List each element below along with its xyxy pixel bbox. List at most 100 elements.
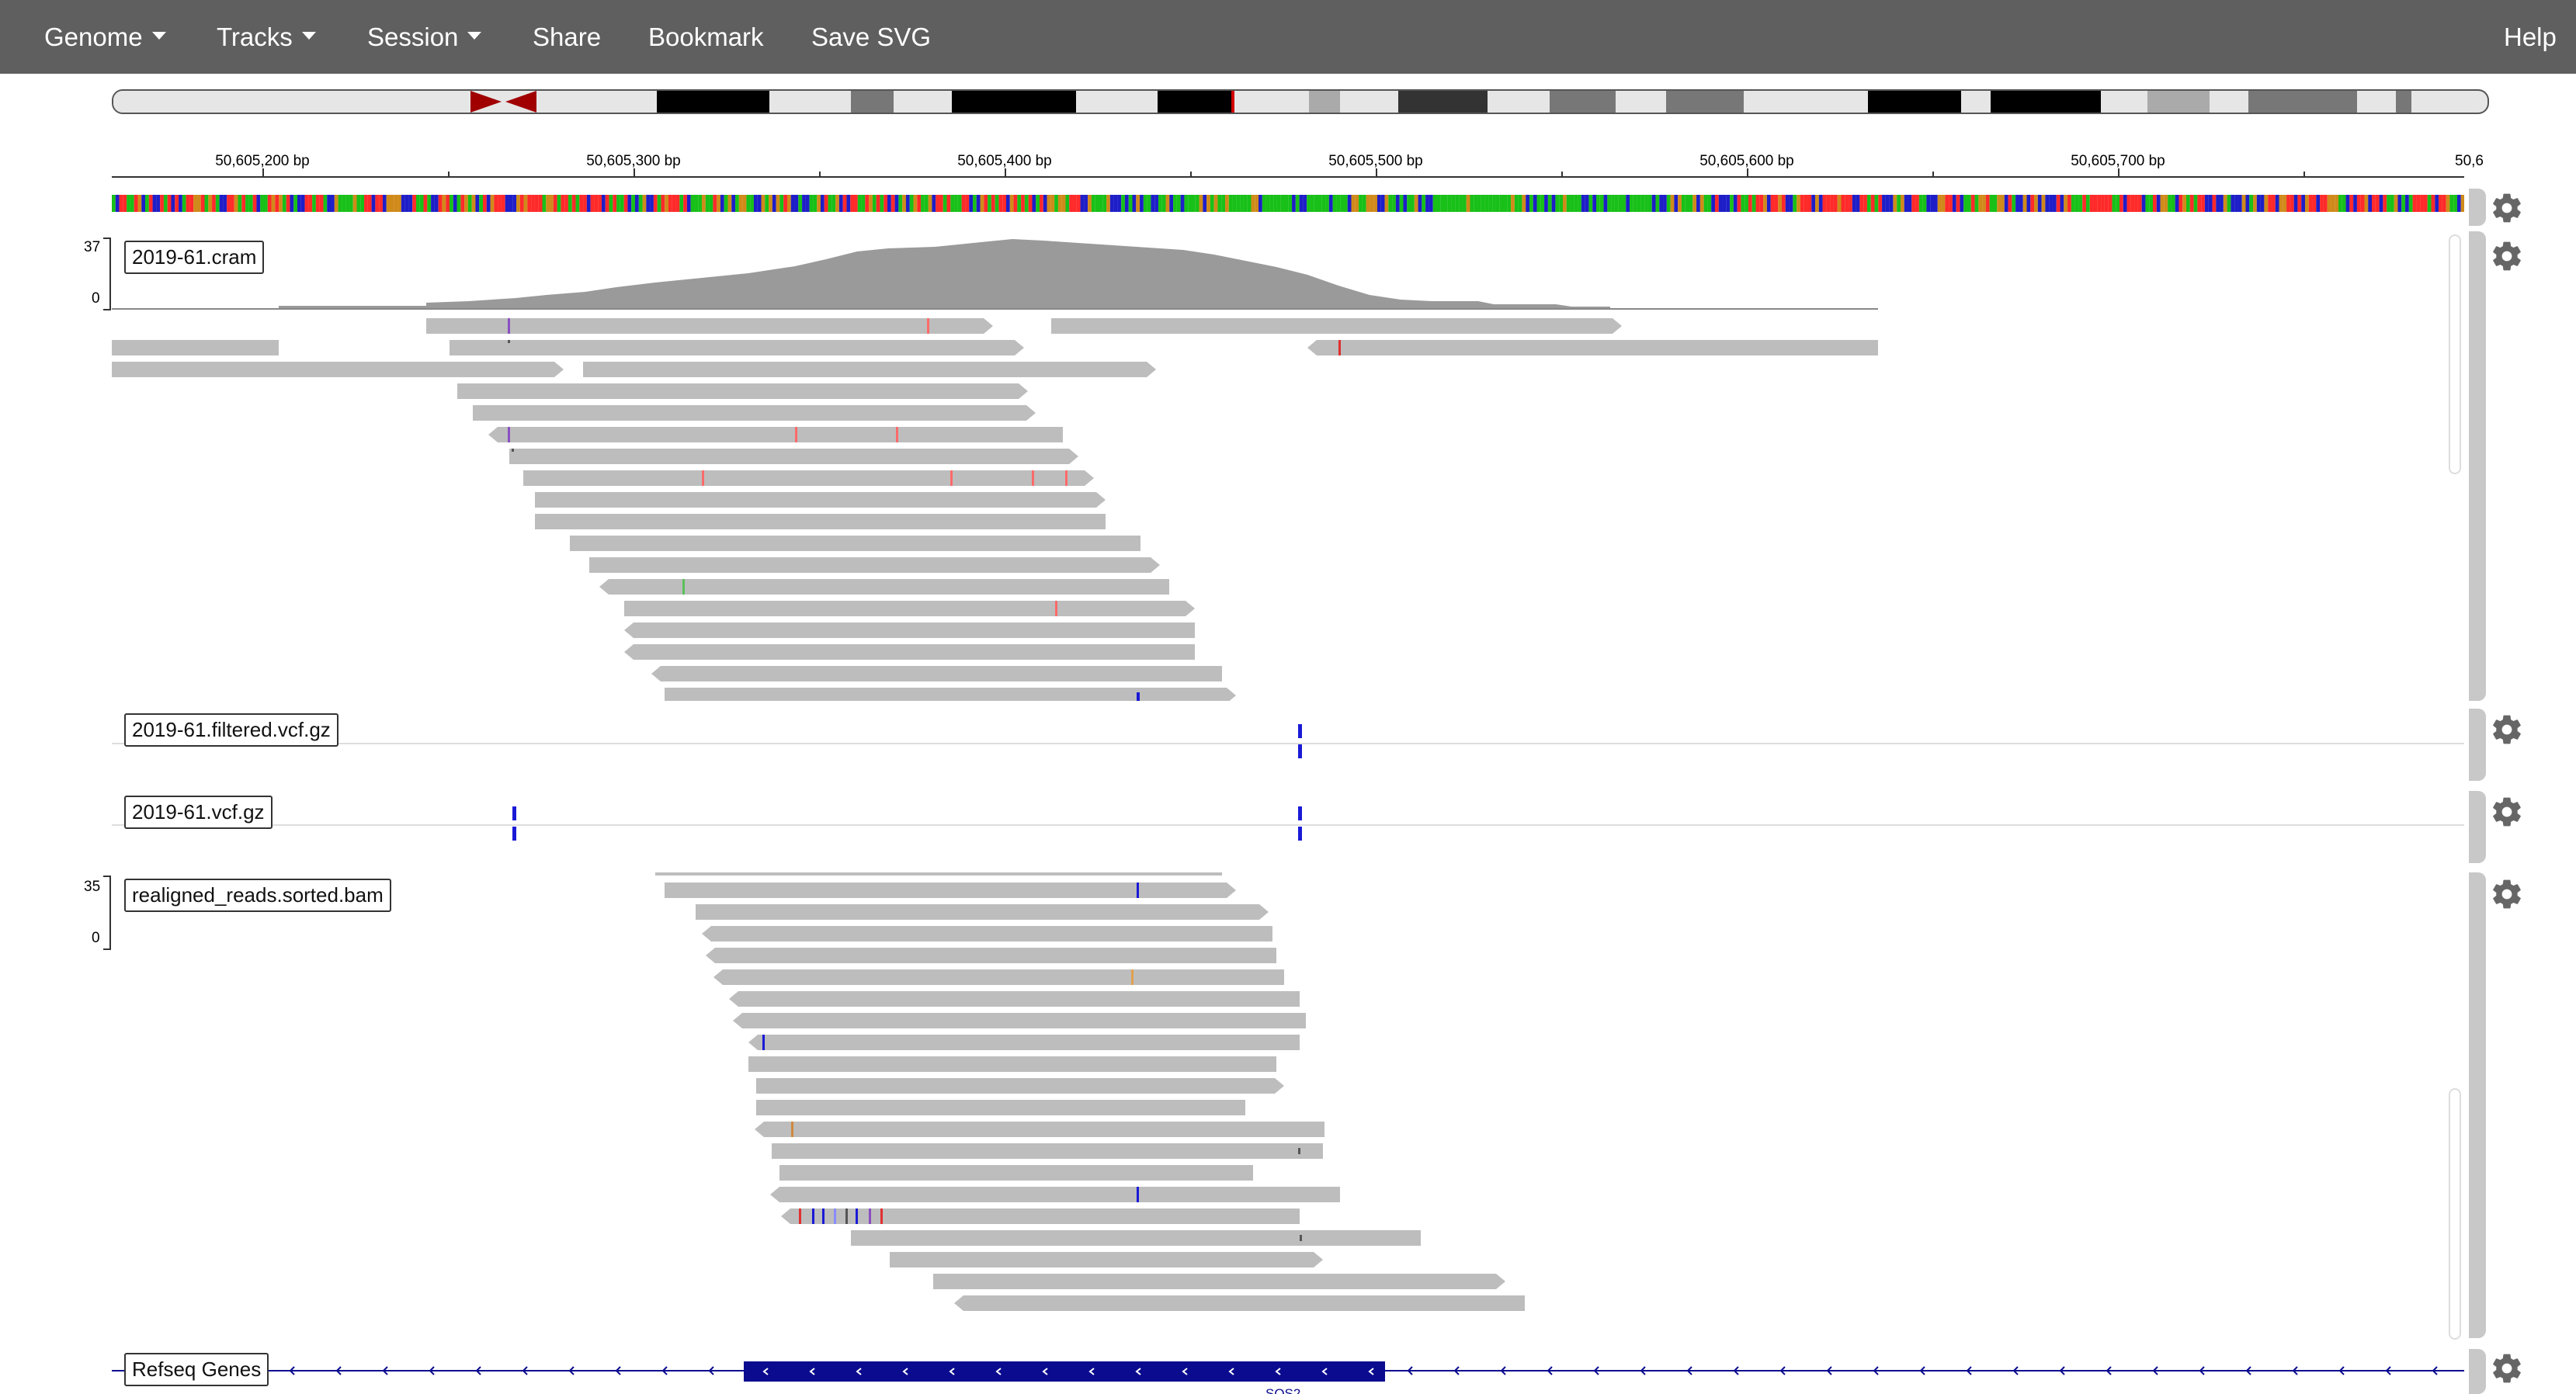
share-button[interactable]: Share	[533, 0, 601, 74]
base	[527, 195, 532, 212]
base	[1499, 195, 1504, 212]
base	[1547, 195, 1552, 212]
variant-marker[interactable]	[1298, 806, 1302, 820]
base	[1949, 195, 1953, 212]
base	[2056, 195, 2060, 212]
sequence-bases	[112, 195, 2464, 212]
base	[2368, 195, 2373, 212]
base	[282, 195, 286, 212]
genome-menu[interactable]: Genome	[44, 0, 166, 74]
base	[1714, 195, 1719, 212]
filtered-vcf-track[interactable]: 2019-61.filtered.vcf.gz	[0, 709, 2469, 786]
track-drag-handle[interactable]	[2469, 872, 2486, 1338]
base	[1076, 195, 1081, 212]
base	[943, 195, 947, 212]
base	[1699, 195, 1704, 212]
base	[1815, 195, 1819, 212]
bookmark-button[interactable]: Bookmark	[648, 0, 764, 74]
ruler-tick-label: 50,605,700 bp	[2071, 153, 2165, 169]
base	[509, 195, 513, 212]
bam-track[interactable]: 35 0 realigned_reads.sorted.bam	[0, 872, 2469, 1338]
sequence-track[interactable]	[112, 195, 2464, 212]
gear-icon[interactable]	[2490, 877, 2524, 911]
base	[894, 195, 899, 212]
base	[1908, 195, 1912, 212]
base	[156, 195, 161, 212]
base	[1295, 195, 1300, 212]
base	[2193, 195, 2198, 212]
read	[772, 1143, 1323, 1159]
read	[624, 644, 1195, 660]
base	[1455, 195, 1460, 212]
base	[2268, 195, 2272, 212]
track-label[interactable]: 2019-61.cram	[124, 241, 265, 274]
track-label[interactable]: Refseq Genes	[124, 1353, 269, 1386]
base	[1599, 195, 1604, 212]
base	[1359, 195, 1363, 212]
base	[1807, 195, 1812, 212]
base	[902, 195, 906, 212]
cram-track[interactable]: 37 0 2019-61.cram	[0, 231, 2469, 701]
base	[364, 195, 368, 212]
base	[1477, 195, 1481, 212]
base	[1737, 195, 1741, 212]
variant-marker[interactable]	[1298, 744, 1302, 758]
track-drag-handle[interactable]	[2469, 189, 2486, 226]
gear-icon[interactable]	[2490, 1351, 2524, 1385]
mismatch	[1131, 969, 1134, 985]
base	[1495, 195, 1500, 212]
track-label[interactable]: 2019-61.filtered.vcf.gz	[124, 713, 338, 747]
chromosome-ideogram[interactable]	[112, 89, 2489, 114]
gear-icon[interactable]	[2490, 239, 2524, 273]
variant-marker[interactable]	[1298, 827, 1302, 841]
base	[1444, 195, 1448, 212]
base	[698, 195, 703, 212]
gear-icon[interactable]	[2490, 191, 2524, 225]
refseq-genes-track[interactable]: SOS2 Refseq Genes	[0, 1349, 2469, 1394]
track-drag-handle[interactable]	[2469, 1349, 2486, 1394]
base	[1703, 195, 1708, 212]
track-drag-handle[interactable]	[2469, 791, 2486, 863]
mismatch	[896, 427, 898, 442]
ideogram-band	[952, 91, 1076, 113]
base	[1403, 195, 1408, 212]
session-menu[interactable]: Session	[367, 0, 482, 74]
ideogram-band	[1991, 91, 2101, 113]
base	[1711, 195, 1715, 212]
base	[1036, 195, 1040, 212]
caret-down-icon	[151, 32, 166, 40]
track-scrollbar[interactable]	[2449, 1088, 2461, 1340]
base	[2375, 195, 2380, 212]
help-button[interactable]: Help	[2504, 0, 2557, 74]
base	[1585, 195, 1589, 212]
variant-marker[interactable]	[512, 806, 516, 820]
gear-icon[interactable]	[2490, 713, 2524, 747]
base	[1978, 195, 1983, 212]
base	[1666, 195, 1671, 212]
base	[1440, 195, 1445, 212]
tracks-menu[interactable]: Tracks	[217, 0, 316, 74]
base	[123, 195, 127, 212]
base	[820, 195, 825, 212]
track-label[interactable]: 2019-61.vcf.gz	[124, 796, 273, 829]
variant-marker[interactable]	[512, 827, 516, 841]
gear-icon[interactable]	[2490, 795, 2524, 829]
ruler[interactable]: 50,605,200 bp 50,605,300 bp 50,605,400 b…	[112, 147, 2484, 179]
track-scrollbar[interactable]	[2449, 234, 2461, 474]
base	[223, 195, 227, 212]
base	[1176, 195, 1181, 212]
track-label[interactable]: realigned_reads.sorted.bam	[124, 879, 391, 912]
base	[724, 195, 728, 212]
base	[1161, 195, 1166, 212]
variant-marker[interactable]	[1298, 724, 1302, 738]
base	[1748, 195, 1752, 212]
base	[1692, 195, 1697, 212]
track-drag-handle[interactable]	[2469, 231, 2486, 701]
save-svg-button[interactable]: Save SVG	[811, 0, 931, 74]
base	[483, 195, 487, 212]
gene-name-label[interactable]: SOS2	[1265, 1386, 1300, 1394]
base	[415, 195, 420, 212]
track-drag-handle[interactable]	[2469, 709, 2486, 781]
base	[260, 195, 264, 212]
vcf-track[interactable]: 2019-61.vcf.gz	[0, 791, 2469, 869]
